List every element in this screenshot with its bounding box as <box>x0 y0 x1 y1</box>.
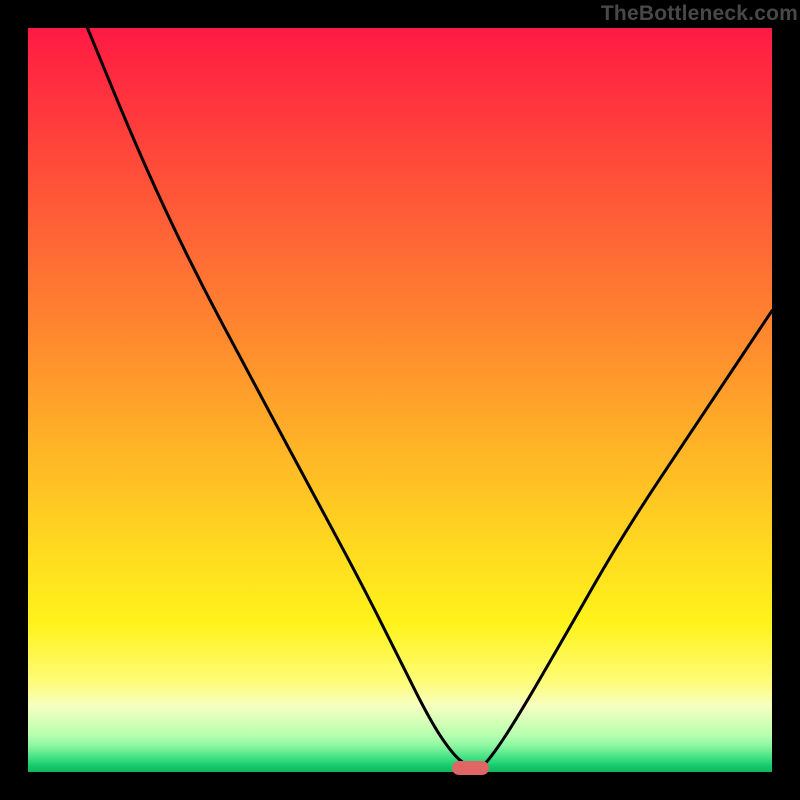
optimal-marker <box>452 761 489 775</box>
bottleneck-curve <box>28 28 772 772</box>
bottleneck-curve-path <box>88 28 773 770</box>
chart-frame <box>28 28 772 772</box>
watermark-text: TheBottleneck.com <box>601 2 798 26</box>
